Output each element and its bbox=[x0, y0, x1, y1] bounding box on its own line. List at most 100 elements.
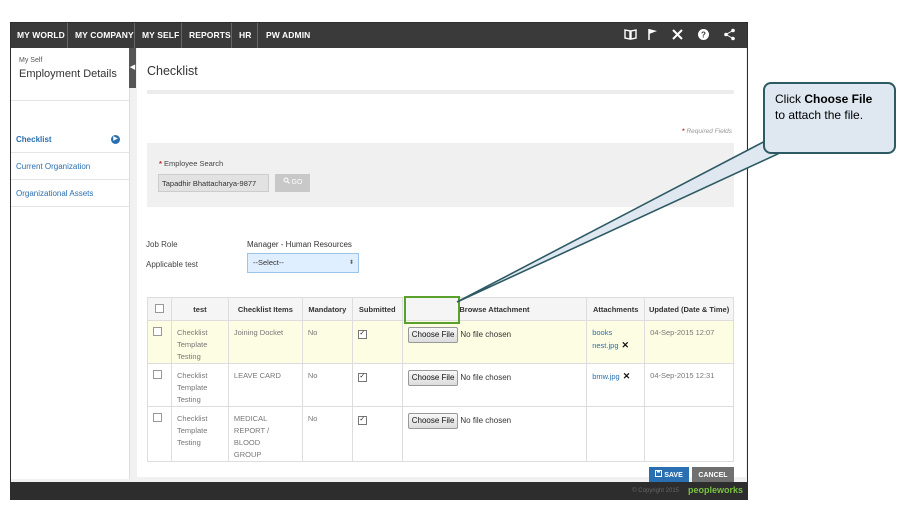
browse-attachment-cell: Choose File No file chosen bbox=[401, 406, 588, 462]
delete-attachment-icon[interactable]: ✕ bbox=[623, 371, 631, 381]
sidebar-item-organizational-assets[interactable]: Organizational Assets bbox=[16, 189, 93, 198]
job-role-value: Manager - Human Resources bbox=[247, 240, 352, 249]
job-role-label: Job Role bbox=[146, 240, 178, 249]
callout-prefix: Click bbox=[775, 92, 805, 106]
book-icon[interactable] bbox=[623, 28, 638, 43]
browse-attachment-cell: Choose File No file chosen bbox=[401, 363, 588, 407]
table-row: Checklist Template Testing LEAVE CARD No ✓… bbox=[147, 363, 734, 407]
instruction-callout: Click Choose File to attach the file. bbox=[763, 82, 896, 154]
nav-pw-admin[interactable]: PW ADMIN bbox=[266, 23, 310, 48]
mandatory-cell: No bbox=[301, 320, 353, 364]
share-icon[interactable] bbox=[722, 28, 737, 43]
item-line: Joining Docket bbox=[233, 328, 284, 337]
test-cell: Checklist Template Testing bbox=[170, 406, 229, 462]
sidebar-item-checklist[interactable]: Checklist bbox=[16, 135, 52, 144]
row-checkbox[interactable] bbox=[153, 413, 162, 422]
nav-separator bbox=[181, 23, 182, 48]
no-file-text: No file chosen bbox=[460, 416, 512, 425]
attachment-link[interactable]: bmw.jpg bbox=[592, 372, 620, 381]
submitted-checkbox[interactable]: ✓ bbox=[357, 373, 367, 382]
app-window: MY WORLD MY COMPANY MY SELF REPORTS HR P… bbox=[10, 22, 748, 500]
item-line: GROUP bbox=[233, 450, 262, 459]
main-content: Checklist * Required Fields * Employee S… bbox=[137, 48, 746, 485]
updated-cell: 04-Sep-2015 12:31 bbox=[644, 363, 734, 407]
submitted-cell: ✓ bbox=[351, 320, 403, 364]
nav-separator bbox=[134, 23, 135, 48]
table-row: Checklist Template Testing Joining Docket … bbox=[147, 320, 734, 364]
copyright-text: © Copyright 2015 bbox=[632, 488, 679, 494]
checklist-item-cell: LEAVE CARD bbox=[227, 363, 303, 407]
test-line: Testing bbox=[176, 438, 201, 447]
help-icon[interactable]: ? bbox=[696, 28, 711, 43]
row-select-cell bbox=[147, 363, 172, 407]
choose-file-button[interactable]: Choose File bbox=[407, 370, 459, 386]
nav-my-company[interactable]: MY COMPANY bbox=[75, 23, 134, 48]
svg-text:?: ? bbox=[701, 31, 706, 40]
footer: © Copyright 2015 peopleworks bbox=[11, 482, 747, 499]
sidebar-item-current-organization[interactable]: Current Organization bbox=[16, 162, 90, 171]
employee-search-input[interactable]: Tapadhir Bhattacharya-9877 bbox=[158, 174, 269, 192]
divider bbox=[11, 100, 129, 101]
row-checkbox[interactable] bbox=[153, 327, 162, 336]
select-all-checkbox[interactable] bbox=[154, 303, 164, 313]
title-divider bbox=[147, 90, 734, 94]
checklist-item-cell: MEDICAL REPORT / BLOOD GROUP bbox=[227, 406, 303, 462]
divider bbox=[11, 152, 129, 153]
peopleworks-logo: peopleworks bbox=[687, 485, 743, 495]
attachments-cell bbox=[586, 406, 646, 462]
divider bbox=[11, 206, 129, 207]
choose-file-button[interactable]: Choose File bbox=[407, 413, 459, 429]
required-fields-note: * Required Fields bbox=[682, 128, 732, 135]
select-all-header bbox=[147, 297, 172, 321]
test-cell: Checklist Template Testing bbox=[170, 320, 229, 364]
sidebar-breadcrumb: My Self bbox=[19, 57, 43, 64]
test-line: Testing bbox=[176, 352, 201, 361]
submitted-checkbox[interactable]: ✓ bbox=[357, 416, 367, 425]
collapse-sidebar-button[interactable]: ◀ bbox=[129, 48, 136, 88]
table-row: Checklist Template Testing MEDICAL REPORT /… bbox=[147, 406, 734, 462]
test-line: Testing bbox=[176, 395, 201, 404]
choose-file-button[interactable]: Choose File bbox=[407, 327, 459, 343]
select-caret-icon: ⬍ bbox=[348, 260, 354, 266]
submitted-checkbox[interactable]: ✓ bbox=[357, 330, 367, 339]
required-fields-text: Required Fields bbox=[686, 128, 732, 135]
save-icon bbox=[655, 470, 664, 479]
item-line: LEAVE CARD bbox=[233, 371, 281, 380]
tools-icon[interactable] bbox=[670, 28, 685, 43]
nav-hr[interactable]: HR bbox=[239, 23, 251, 48]
column-header-test: test bbox=[170, 297, 229, 321]
column-header-submitted: Submitted bbox=[351, 297, 403, 321]
applicable-test-selected-value: --Select-- bbox=[253, 258, 284, 267]
column-header-checklist-items: Checklist Items bbox=[227, 297, 303, 321]
top-navigation-bar: MY WORLD MY COMPANY MY SELF REPORTS HR P… bbox=[11, 23, 747, 48]
nav-separator bbox=[231, 23, 232, 48]
go-button[interactable]: GO bbox=[275, 174, 310, 192]
delete-attachment-icon[interactable]: ✕ bbox=[622, 340, 630, 350]
attachments-cell: bmw.jpg ✕ bbox=[586, 363, 646, 407]
no-file-text: No file chosen bbox=[460, 330, 512, 339]
applicable-test-label: Applicable test bbox=[146, 260, 199, 269]
no-file-text: No file chosen bbox=[460, 373, 512, 382]
nav-my-self[interactable]: MY SELF bbox=[142, 23, 179, 48]
choose-file-highlight-box bbox=[404, 296, 460, 324]
sidebar: My Self Employment Details Checklist ▶ C… bbox=[11, 48, 130, 479]
row-checkbox[interactable] bbox=[153, 370, 162, 379]
applicable-test-select[interactable]: --Select-- ⬍ bbox=[247, 253, 359, 273]
attachments-cell: books nest.jpg ✕ bbox=[586, 320, 646, 364]
callout-suffix: to attach the file. bbox=[775, 108, 864, 122]
nav-my-world[interactable]: MY WORLD bbox=[17, 23, 65, 48]
updated-cell: 04-Sep-2015 12:07 bbox=[644, 320, 734, 364]
attachment-name: books bbox=[592, 328, 613, 337]
updated-cell bbox=[644, 406, 734, 462]
nav-reports[interactable]: REPORTS bbox=[189, 23, 231, 48]
attachment-link[interactable]: books nest.jpg bbox=[592, 328, 618, 350]
flag-icon[interactable] bbox=[645, 28, 660, 43]
item-line: REPORT / BLOOD bbox=[233, 426, 270, 447]
checklist-item-cell: Joining Docket bbox=[227, 320, 303, 364]
test-line: Template bbox=[176, 426, 208, 435]
column-header-mandatory: Mandatory bbox=[301, 297, 353, 321]
page-title: Checklist bbox=[147, 64, 198, 78]
mandatory-cell: No bbox=[301, 363, 353, 407]
attachment-name: nest.jpg bbox=[592, 341, 619, 350]
employee-search-panel: * Employee Search Tapadhir Bhattacharya-… bbox=[147, 143, 734, 207]
